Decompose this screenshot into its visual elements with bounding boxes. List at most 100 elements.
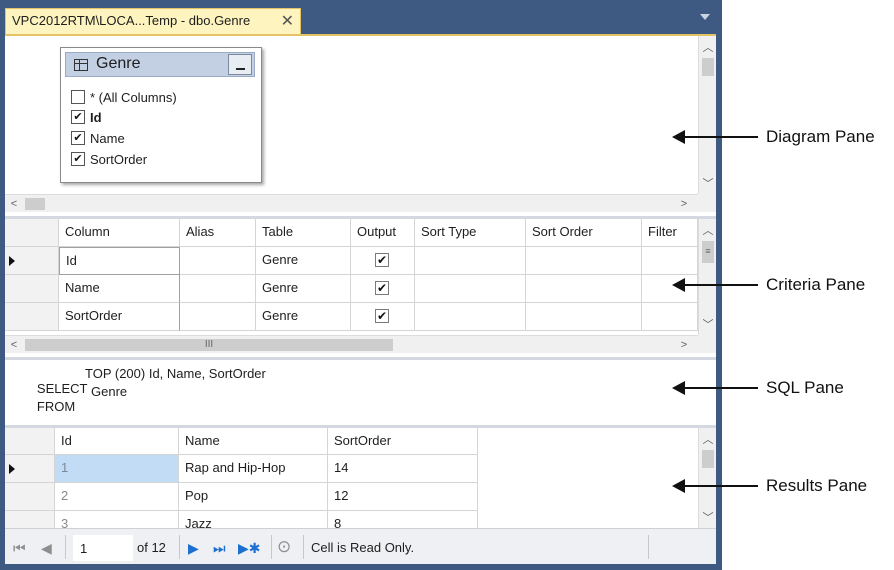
- criteria-cell-table[interactable]: Genre: [256, 275, 351, 303]
- results-cell-name[interactable]: Jazz: [179, 511, 328, 528]
- criteria-header-sort-type[interactable]: Sort Type: [415, 219, 526, 247]
- results-cell-id[interactable]: 2: [55, 483, 179, 511]
- criteria-cell-sort-type[interactable]: [415, 275, 526, 303]
- divider: [271, 535, 272, 559]
- column-checkbox[interactable]: ✔: [71, 131, 85, 145]
- criteria-cell-sort-type[interactable]: [415, 247, 526, 275]
- criteria-cell-output[interactable]: ✔: [351, 303, 415, 331]
- scroll-up-icon[interactable]: ︿: [699, 221, 716, 239]
- criteria-header-column[interactable]: Column: [59, 219, 180, 247]
- results-header-name[interactable]: Name: [179, 428, 328, 455]
- criteria-cell-sort-order[interactable]: [526, 303, 642, 331]
- scroll-down-icon[interactable]: ﹀: [699, 174, 716, 192]
- column-label: Name: [90, 130, 125, 146]
- criteria-cell-alias[interactable]: [180, 303, 256, 331]
- criteria-header-sort-order[interactable]: Sort Order: [526, 219, 642, 247]
- results-cell-sortorder[interactable]: 12: [328, 483, 478, 511]
- scroll-down-icon[interactable]: ﹀: [699, 508, 716, 526]
- column-checkbox[interactable]: [71, 90, 85, 104]
- sql-pane[interactable]: SELECT TOP (200) Id, Name, SortOrder FRO…: [5, 360, 716, 425]
- results-cell-name[interactable]: Rap and Hip-Hop: [179, 455, 328, 483]
- table-box-header[interactable]: Genre: [65, 52, 255, 77]
- results-cell-id[interactable]: 3: [55, 511, 179, 528]
- criteria-header-alias[interactable]: Alias: [180, 219, 256, 247]
- results-cell-sortorder[interactable]: 8: [328, 511, 478, 528]
- scroll-thumb[interactable]: [702, 58, 714, 76]
- output-checkbox[interactable]: ✔: [375, 309, 389, 323]
- scroll-right-icon[interactable]: >: [675, 336, 693, 354]
- scroll-thumb[interactable]: [25, 198, 45, 210]
- criteria-cell-alias[interactable]: [180, 275, 256, 303]
- results-pane-arrow: [672, 476, 760, 496]
- column-row-name[interactable]: ✔ Name: [71, 128, 125, 148]
- current-page-input[interactable]: 1: [73, 535, 133, 561]
- criteria-cell-table[interactable]: Genre: [256, 247, 351, 275]
- scroll-thumb[interactable]: [702, 450, 714, 468]
- diagram-horizontal-scrollbar[interactable]: < >: [5, 194, 698, 212]
- results-cell-id[interactable]: 1: [55, 455, 179, 483]
- scroll-up-icon[interactable]: ︿: [699, 430, 716, 448]
- output-checkbox[interactable]: ✔: [375, 281, 389, 295]
- criteria-pane[interactable]: Column Alias Table Output Sort Type Sort…: [5, 219, 716, 357]
- criteria-cell-column[interactable]: SortOrder: [59, 303, 180, 331]
- row-selector[interactable]: [5, 275, 59, 303]
- results-header-id[interactable]: Id: [55, 428, 179, 455]
- scroll-thumb[interactable]: III: [25, 339, 393, 351]
- column-row-sortorder[interactable]: ✔ SortOrder: [71, 149, 147, 169]
- row-selector[interactable]: [5, 247, 59, 275]
- first-record-icon[interactable]: ⏮: [13, 540, 26, 557]
- column-row-id[interactable]: ✔ Id: [71, 107, 102, 127]
- column-checkbox[interactable]: ✔: [71, 152, 85, 166]
- scroll-up-icon[interactable]: ︿: [699, 38, 716, 56]
- criteria-corner: [5, 219, 59, 247]
- sql-line-from[interactable]: FROM Genre: [8, 384, 127, 425]
- row-selector[interactable]: [5, 511, 55, 528]
- column-row-all[interactable]: * (All Columns): [71, 87, 177, 107]
- scroll-down-icon[interactable]: ﹀: [699, 315, 716, 333]
- arrow-line: [682, 387, 758, 389]
- results-header-sortorder[interactable]: SortOrder: [328, 428, 478, 455]
- scroll-left-icon[interactable]: <: [5, 195, 23, 213]
- output-checkbox[interactable]: ✔: [375, 253, 389, 267]
- next-record-icon[interactable]: ▶: [188, 540, 199, 557]
- criteria-cell-sort-order[interactable]: [526, 275, 642, 303]
- diagram-vertical-scrollbar[interactable]: ︿ ﹀: [698, 36, 716, 194]
- criteria-cell-column[interactable]: Id: [59, 247, 180, 275]
- criteria-header-table[interactable]: Table: [256, 219, 351, 247]
- last-record-icon[interactable]: ⏭: [213, 540, 226, 557]
- criteria-cell-filter[interactable]: [642, 303, 698, 331]
- criteria-header-filter[interactable]: Filter: [642, 219, 698, 247]
- criteria-header-output[interactable]: Output: [351, 219, 415, 247]
- results-cell-sortorder[interactable]: 14: [328, 455, 478, 483]
- row-selector[interactable]: [5, 303, 59, 331]
- criteria-cell-table[interactable]: Genre: [256, 303, 351, 331]
- tab-genre-query[interactable]: VPC2012RTM\LOCA...Temp - dbo.Genre ✕: [5, 8, 301, 34]
- criteria-horizontal-scrollbar[interactable]: < III >: [5, 335, 698, 353]
- results-pane[interactable]: Id Name SortOrder 1 Rap and Hip-Hop 14 2…: [5, 428, 716, 528]
- scroll-thumb[interactable]: ≡: [702, 241, 714, 263]
- arrow-line: [682, 485, 758, 487]
- sql-keyword: FROM: [36, 399, 76, 414]
- table-box-genre[interactable]: Genre * (All Columns) ✔ Id ✔ Name ✔ Sort…: [60, 47, 262, 183]
- criteria-cell-sort-order[interactable]: [526, 247, 642, 275]
- results-cell-name[interactable]: Pop: [179, 483, 328, 511]
- minimize-button[interactable]: [228, 54, 252, 75]
- scrollbar-corner: [698, 194, 716, 212]
- scroll-left-icon[interactable]: <: [5, 336, 23, 354]
- criteria-cell-column[interactable]: Name: [59, 275, 180, 303]
- close-icon[interactable]: ✕: [281, 11, 294, 31]
- stop-icon[interactable]: ⊙: [277, 537, 291, 557]
- criteria-cell-alias[interactable]: [180, 247, 256, 275]
- diagram-pane[interactable]: Genre * (All Columns) ✔ Id ✔ Name ✔ Sort…: [5, 36, 716, 216]
- row-selector[interactable]: [5, 455, 55, 483]
- new-record-icon[interactable]: ▶✱: [238, 540, 261, 557]
- criteria-cell-sort-type[interactable]: [415, 303, 526, 331]
- tab-dropdown-icon[interactable]: [700, 14, 710, 20]
- criteria-cell-filter[interactable]: [642, 247, 698, 275]
- scroll-right-icon[interactable]: >: [675, 195, 693, 213]
- previous-record-icon[interactable]: ◀: [41, 540, 52, 557]
- criteria-cell-output[interactable]: ✔: [351, 247, 415, 275]
- row-selector[interactable]: [5, 483, 55, 511]
- criteria-cell-output[interactable]: ✔: [351, 275, 415, 303]
- column-checkbox[interactable]: ✔: [71, 110, 85, 124]
